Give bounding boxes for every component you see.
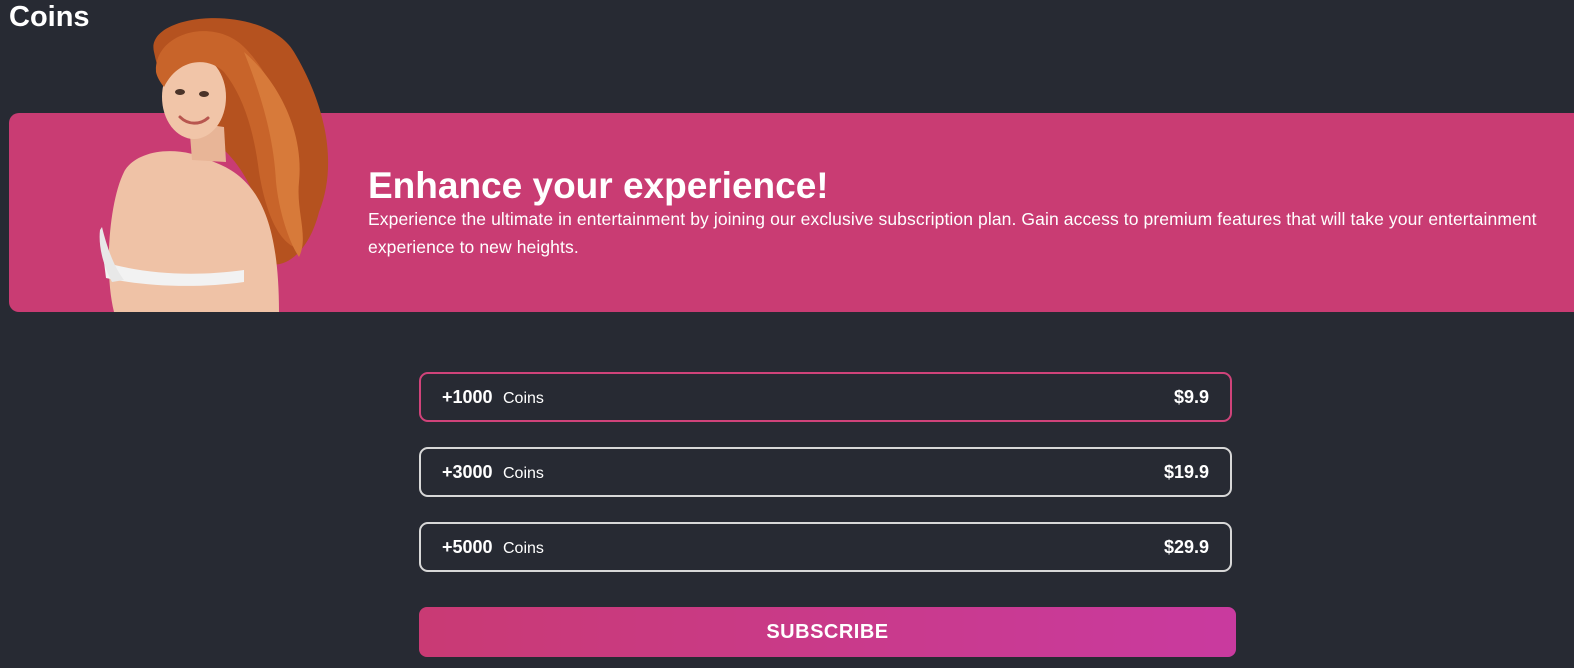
hero-image: [99, 18, 329, 312]
plan-amount: +3000: [442, 462, 493, 482]
plan-price: $19.9: [1163, 462, 1209, 482]
plan-option-3000-coins[interactable]: +3000 Coins $19.9: [419, 447, 1232, 497]
page-title: Coins: [9, 1, 90, 33]
plan-amount: +1000: [442, 387, 493, 407]
plan-option-1000-coins[interactable]: +1000 Coins $9.9: [419, 372, 1232, 422]
plan-price: $29.9: [1163, 537, 1209, 557]
plan-unit: Coins: [503, 465, 544, 482]
subscribe-button[interactable]: SUBSCRIBE: [419, 607, 1236, 657]
plan-amount: +5000: [442, 537, 493, 557]
banner-title: Enhance your experience!: [368, 165, 829, 206]
plan-price: $9.9: [1173, 387, 1209, 407]
banner-description: Experience the ultimate in entertainment…: [368, 209, 1537, 257]
plan-unit: Coins: [503, 540, 544, 557]
plan-option-5000-coins[interactable]: +5000 Coins $29.9: [419, 522, 1232, 572]
plan-unit: Coins: [503, 390, 544, 407]
